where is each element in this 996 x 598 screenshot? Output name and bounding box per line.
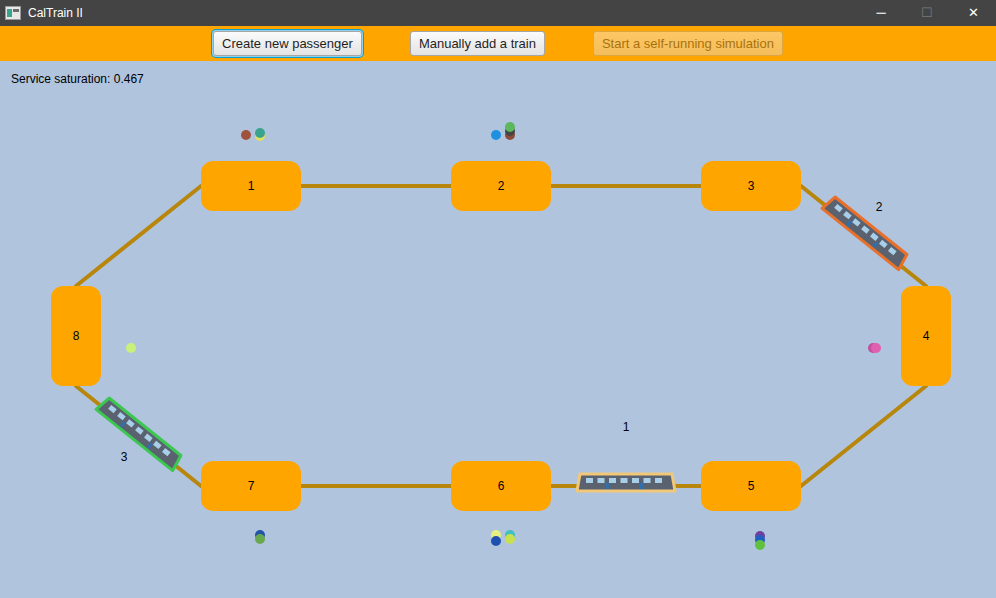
train-window-icon bbox=[586, 478, 593, 483]
station-label: 8 bbox=[73, 329, 80, 343]
passenger-dot[interactable] bbox=[871, 343, 881, 353]
station-box bbox=[201, 461, 301, 511]
train-label: 3 bbox=[121, 450, 128, 464]
passenger-dot[interactable] bbox=[126, 343, 136, 353]
passenger-dot[interactable] bbox=[491, 536, 501, 546]
train-window-icon bbox=[162, 448, 171, 456]
station[interactable]: 2 bbox=[451, 161, 551, 211]
maximize-button: ☐ bbox=[904, 0, 950, 26]
toolbar-button[interactable]: Create new passenger bbox=[213, 31, 362, 56]
station-label: 3 bbox=[748, 179, 755, 193]
track-segment bbox=[301, 484, 451, 488]
train-window-icon bbox=[861, 225, 870, 233]
station[interactable]: 8 bbox=[51, 286, 101, 386]
minimize-button[interactable]: ─ bbox=[858, 0, 904, 26]
passenger-dot[interactable] bbox=[505, 122, 515, 132]
train-window-icon bbox=[108, 405, 117, 413]
station-label: 5 bbox=[748, 479, 755, 493]
station[interactable]: 7 bbox=[201, 461, 301, 511]
station[interactable]: 4 bbox=[901, 286, 951, 386]
train-window-icon bbox=[655, 478, 662, 483]
station[interactable]: 3 bbox=[701, 161, 801, 211]
train-label: 2 bbox=[876, 200, 883, 214]
track-segment bbox=[801, 386, 926, 486]
network-map: 1 2 3 4 5 6 7 8 1 2 3 bbox=[0, 61, 996, 598]
station-box bbox=[451, 461, 551, 511]
button-focus-ring: Start a self-running simulation bbox=[592, 30, 784, 57]
train-window-icon bbox=[888, 247, 897, 255]
button-focus-ring: Create new passenger bbox=[212, 30, 363, 57]
train-body bbox=[822, 195, 909, 269]
simulation-canvas: 1 2 3 4 5 6 7 8 1 2 3 Service saturation: 0.467 bbox=[0, 61, 996, 598]
train-window-icon bbox=[117, 412, 126, 420]
toolbar: Create new passenger Manually add a train… bbox=[0, 26, 996, 61]
passenger-dot[interactable] bbox=[505, 534, 515, 544]
station-label: 1 bbox=[248, 179, 255, 193]
station[interactable]: 5 bbox=[701, 461, 801, 511]
train-window-icon bbox=[609, 478, 616, 483]
track-segment bbox=[801, 186, 926, 286]
passenger-dot[interactable] bbox=[491, 130, 501, 140]
track-segment bbox=[76, 386, 201, 486]
station-label: 2 bbox=[498, 179, 505, 193]
station-label: 4 bbox=[923, 329, 930, 343]
train-window-icon bbox=[621, 478, 628, 483]
train-window-icon bbox=[632, 478, 639, 483]
toolbar-button[interactable]: Manually add a train bbox=[410, 31, 545, 56]
train-window-icon bbox=[135, 426, 144, 434]
station[interactable]: 1 bbox=[201, 161, 301, 211]
track-segment bbox=[76, 186, 201, 286]
train-window-icon bbox=[870, 233, 879, 241]
train-window-icon bbox=[843, 211, 852, 219]
station[interactable]: 6 bbox=[451, 461, 551, 511]
station-label: 6 bbox=[498, 479, 505, 493]
button-focus-ring: Manually add a train bbox=[409, 30, 546, 57]
train-window-icon bbox=[126, 419, 135, 427]
station-box bbox=[201, 161, 301, 211]
train-label: 1 bbox=[623, 420, 630, 434]
window-controls: ─☐✕ bbox=[858, 0, 996, 26]
station-box bbox=[701, 461, 801, 511]
train[interactable] bbox=[577, 474, 675, 491]
station-box bbox=[701, 161, 801, 211]
train-window-icon bbox=[153, 441, 162, 449]
train-window-icon bbox=[644, 478, 651, 483]
train-body bbox=[96, 396, 183, 470]
train-window-icon bbox=[879, 240, 888, 248]
train-body bbox=[577, 474, 675, 491]
passenger-dot[interactable] bbox=[255, 534, 265, 544]
service-saturation: Service saturation: 0.467 bbox=[11, 70, 144, 88]
track bbox=[76, 186, 926, 486]
station-box bbox=[51, 286, 101, 386]
train-window-icon bbox=[144, 434, 153, 442]
track-segment bbox=[301, 184, 451, 188]
train-window-icon bbox=[598, 478, 605, 483]
train-window-icon bbox=[852, 218, 861, 226]
track-segment bbox=[551, 184, 701, 188]
train[interactable] bbox=[96, 396, 183, 470]
app-icon bbox=[5, 6, 21, 20]
station-label: 7 bbox=[248, 479, 255, 493]
train-window-icon bbox=[834, 204, 843, 212]
title-bar: CalTrain II ─☐✕ bbox=[0, 0, 996, 26]
passenger-dot[interactable] bbox=[255, 128, 265, 138]
window-title: CalTrain II bbox=[28, 0, 83, 26]
passenger-dot[interactable] bbox=[755, 540, 765, 550]
station-box bbox=[901, 286, 951, 386]
station-box bbox=[451, 161, 551, 211]
train[interactable] bbox=[822, 195, 909, 269]
close-button[interactable]: ✕ bbox=[950, 0, 996, 26]
passenger-dot[interactable] bbox=[241, 130, 251, 140]
toolbar-button: Start a self-running simulation bbox=[593, 31, 783, 56]
